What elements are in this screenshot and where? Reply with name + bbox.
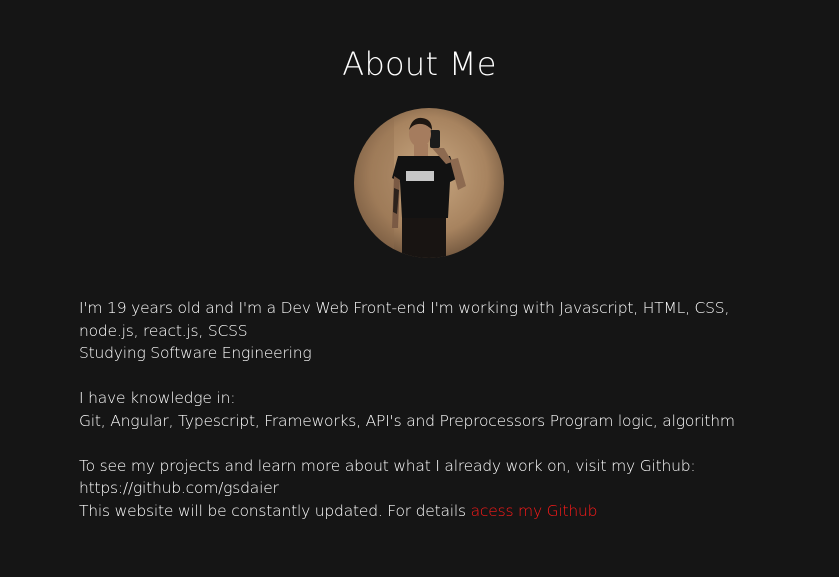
bio-line: node.js, react.js, SCSS (79, 321, 248, 340)
profile-photo-icon (354, 108, 504, 258)
update-text: This website will be constantly updated.… (79, 501, 471, 520)
github-url: https://github.com/gsdaier (79, 479, 279, 497)
bio-line: Studying Software Engineering (79, 344, 312, 362)
projects-line: To see my projects and learn more about … (79, 456, 696, 475)
knowledge-list: Git, Angular, Typescript, Frameworks, AP… (79, 411, 735, 430)
bio-section: I'm 19 years old and I'm a Dev Web Front… (79, 297, 779, 522)
knowledge-heading: I have knowledge in: (79, 389, 236, 407)
avatar (354, 108, 504, 258)
page-title: About Me (342, 45, 497, 83)
update-line: This website will be constantly updated.… (79, 500, 779, 523)
bio-line: I'm 19 years old and I'm a Dev Web Front… (79, 299, 730, 317)
github-link[interactable]: acess my Github (471, 502, 598, 520)
